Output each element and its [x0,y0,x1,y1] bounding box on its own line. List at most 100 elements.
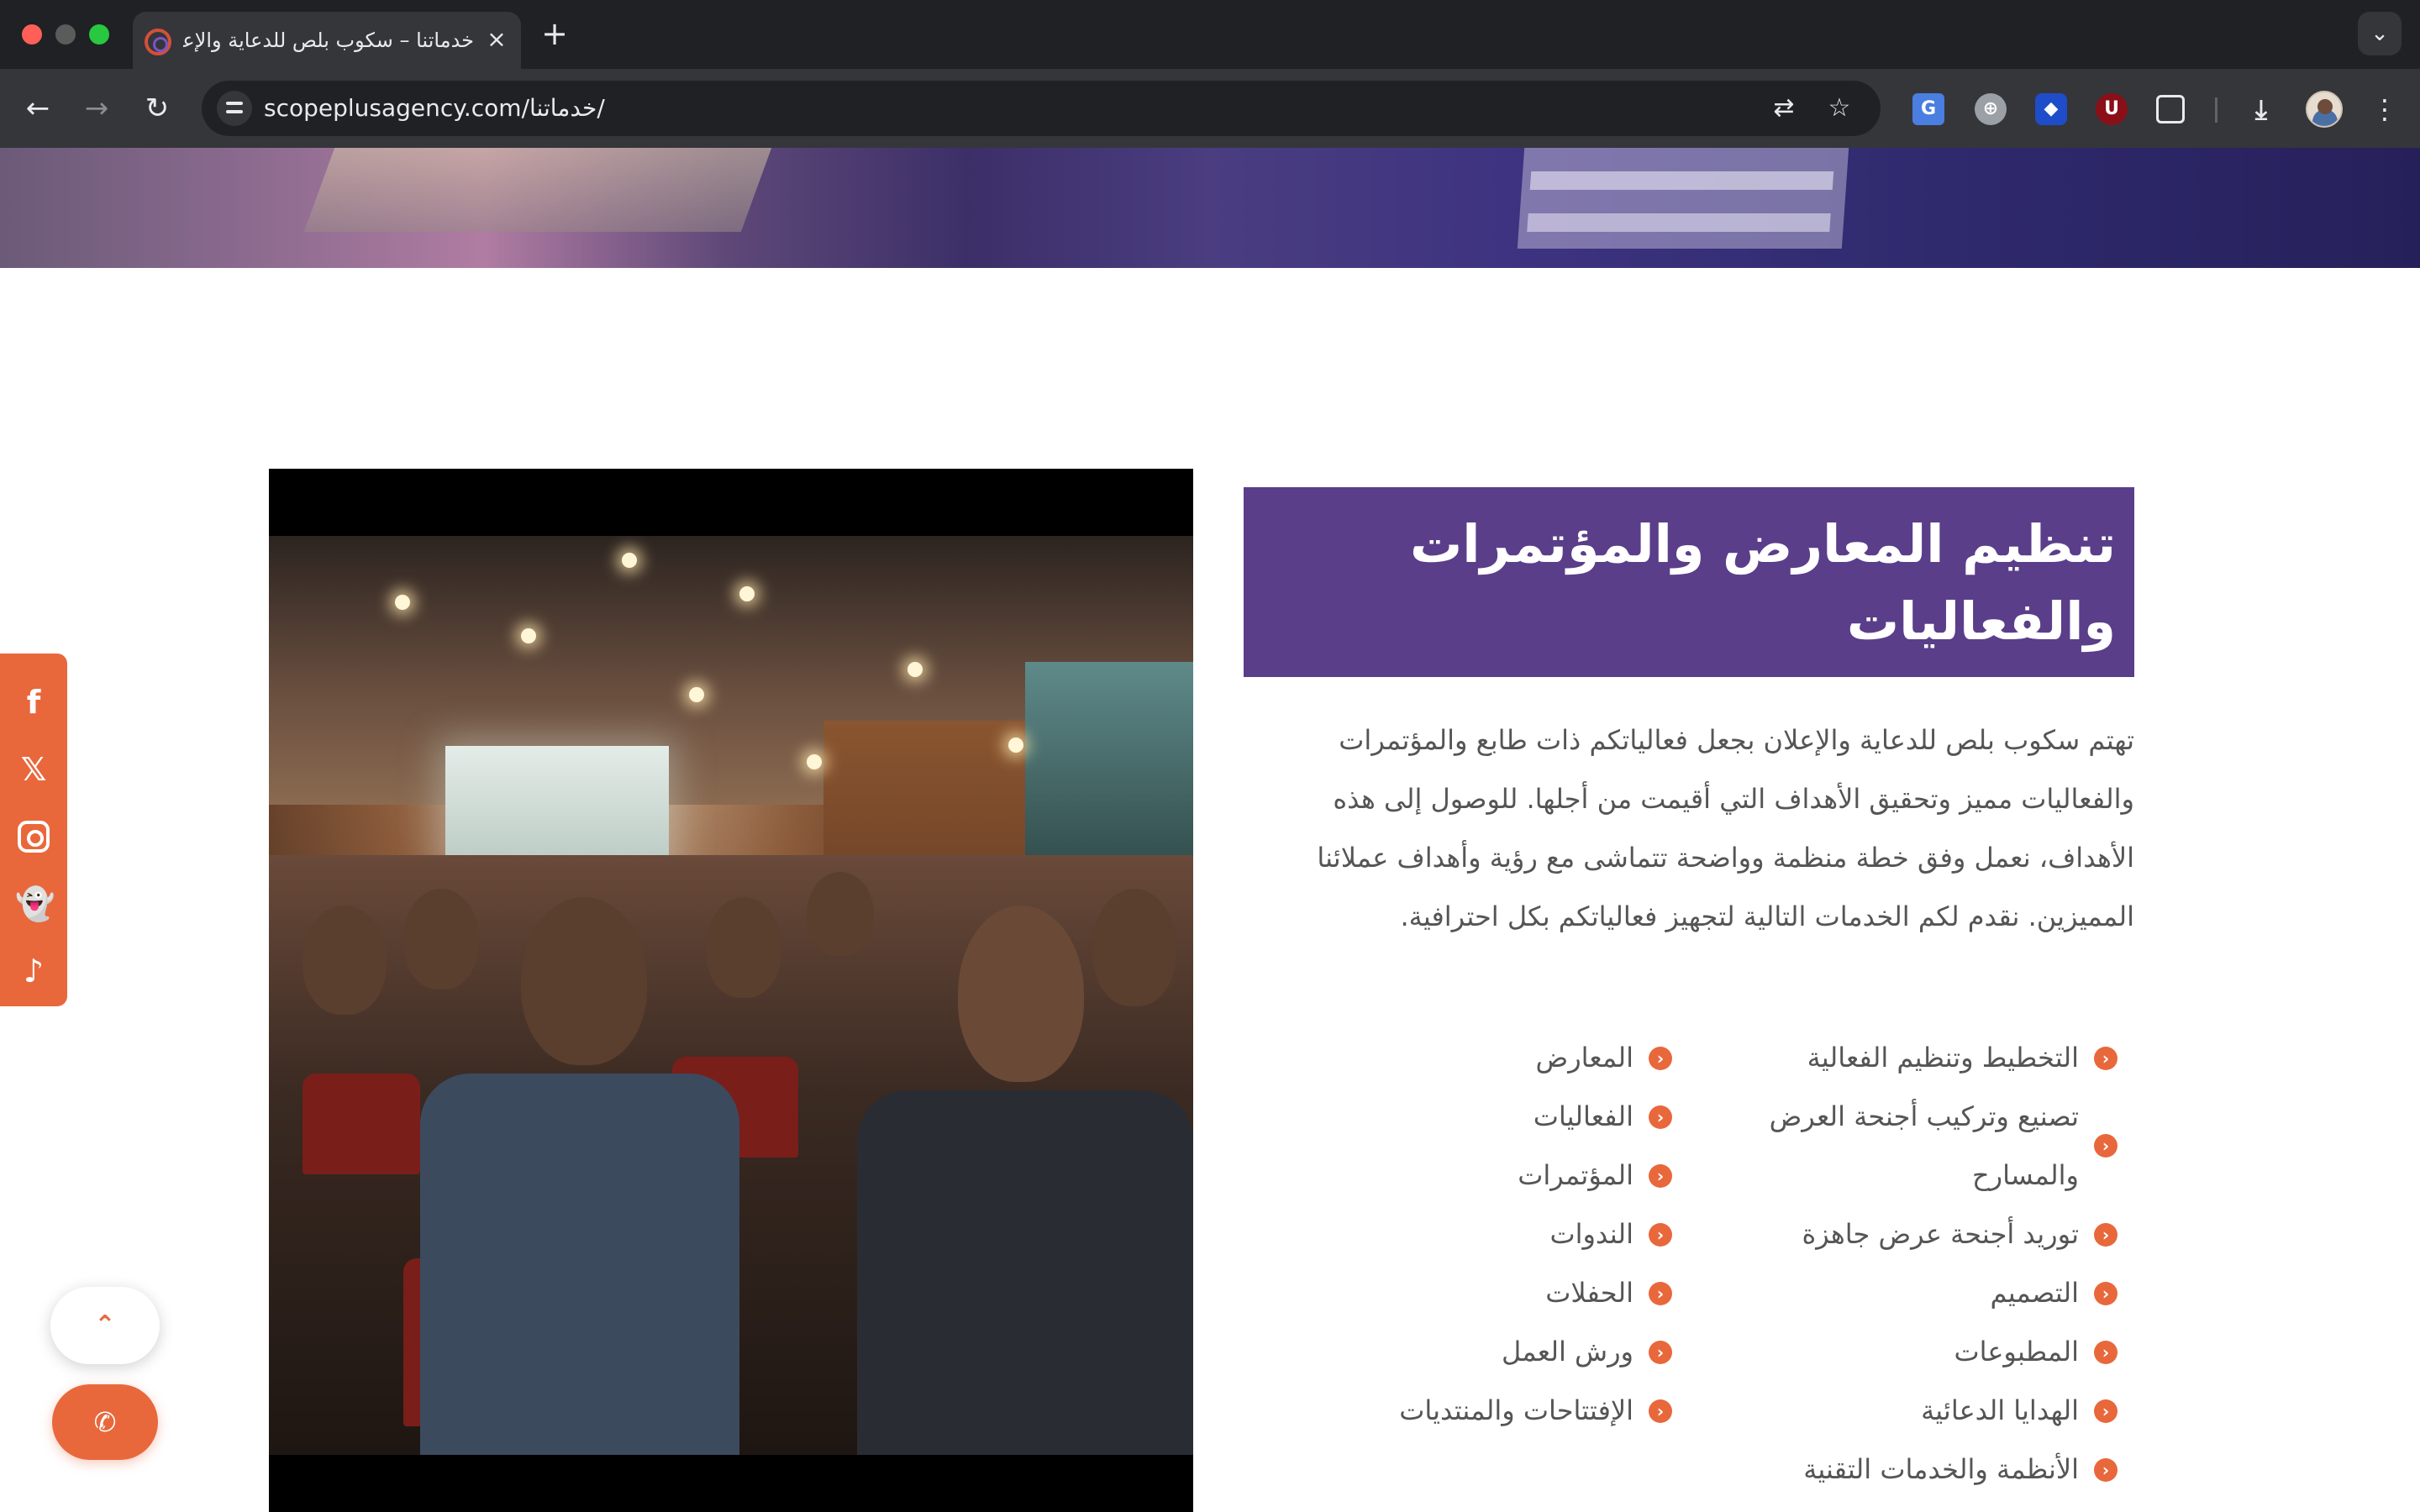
list-item: ‹ الندوات [1277,1205,1672,1263]
toolbar-divider [2215,97,2217,123]
bookmark-star-icon[interactable]: ☆ [1823,92,1855,124]
services-list-right: ‹ التخطيط وتنظيم الفعالية ‹ تصنيع وتركيب أ… [1714,1028,2118,1499]
conference-photo-scene [269,536,1193,1455]
chevron-left-icon: ‹ [1649,1341,1672,1364]
translate-icon[interactable]: ⇄ [1768,92,1800,124]
browser-tab[interactable]: خدماتنا – سكوب بلص للدعاية والإعلان × [133,12,521,69]
list-item: ‹ المطبوعات [1714,1322,2118,1381]
new-tab-button[interactable]: + [538,17,571,50]
address-bar[interactable]: scopeplusagency.com/خدماتنا/ ⇄ ☆ [202,81,1881,136]
audience-member [403,889,479,990]
services-list-left: ‹ المعارض ‹ الفعاليات ‹ المؤتمرات ‹ الندوات … [1277,1028,1672,1440]
social-sidebar: f 𝕏 👻 ♪ [0,654,67,1006]
list-item-label: ورش العمل [1502,1336,1634,1368]
ceiling-light [739,586,755,601]
audience-member [958,906,1084,1082]
section-title-box: تنظيم المعارض والمؤتمرات والفعاليات [1244,487,2134,677]
profile-avatar[interactable] [2306,91,2343,128]
chevron-left-icon: ‹ [2094,1047,2118,1070]
list-item-label: الإفتتاحات والمنتديات [1399,1394,1634,1426]
section-title: تنظيم المعارض والمؤتمرات والفعاليات [1409,513,2116,652]
conference-photo [269,469,1193,1512]
chevron-left-icon: ‹ [1649,1282,1672,1305]
list-item-label: المعارض [1535,1042,1634,1074]
list-item-label: تصنيع وتركيب أجنحة العرض والمسارح [1769,1100,2079,1191]
tab-title: خدماتنا – سكوب بلص للدعاية والإعلان [183,29,474,52]
tab-close-icon[interactable]: × [484,27,509,52]
chevron-left-icon: ‹ [1649,1105,1672,1129]
ceiling-light [521,628,536,643]
list-item: ‹ الإفتتاحات والمنتديات [1277,1381,1672,1440]
reload-button[interactable]: ↻ [136,87,178,129]
list-item: ‹ الأنظمة والخدمات التقنية [1714,1440,2118,1499]
download-icon[interactable]: ⤓ [2245,93,2277,125]
scroll-to-top-button[interactable]: ⌃ [50,1287,160,1364]
ublock-extension-icon[interactable]: U [2096,93,2128,125]
window-zoom-button[interactable] [89,24,109,45]
window-close-button[interactable] [22,24,42,45]
chevron-left-icon: ‹ [1649,1399,1672,1423]
chevron-left-icon: ‹ [1649,1223,1672,1247]
list-item: ‹ الفعاليات [1277,1087,1672,1146]
hero-decor [1517,148,1849,249]
bitwarden-extension-icon[interactable]: ◆ [2035,93,2067,125]
chevron-left-icon: ‹ [2094,1134,2118,1158]
list-item-label: الفعاليات [1533,1100,1634,1132]
window-minimize-button[interactable] [55,24,76,45]
instagram-icon[interactable] [15,818,52,855]
list-item-label: المطبوعات [1954,1336,2079,1368]
audience-member [521,897,647,1065]
hero-decor [303,148,772,232]
list-item-label: التصميم [1990,1277,2080,1309]
menu-kebab-icon[interactable]: ⋮ [2368,91,2402,128]
forward-button[interactable]: → [76,87,118,129]
audience-chair [302,1074,420,1174]
section-intro-paragraph: تهتم سكوب بلص للدعاية والإعلان بجعل فعال… [1317,724,2134,932]
photo-window [1025,662,1193,880]
list-item: ‹ التخطيط وتنظيم الفعالية [1714,1028,2118,1087]
ceiling-light [807,754,822,769]
site-info-icon[interactable] [217,91,252,126]
x-twitter-icon[interactable]: 𝕏 [15,751,52,788]
url-text[interactable]: scopeplusagency.com/خدماتنا/ [264,94,605,122]
audience-member [1092,889,1176,1006]
chevron-left-icon: ‹ [2094,1458,2118,1482]
globe-extension-icon[interactable]: ⊕ [1975,93,2007,125]
browser-tab-bar: خدماتنا – سكوب بلص للدعاية والإعلان × + … [0,0,2420,69]
list-item: ‹ توريد أجنحة عرض جاهزة [1714,1205,2118,1263]
list-item: ‹ الحفلات [1277,1263,1672,1322]
list-item: ‹ ورش العمل [1277,1322,1672,1381]
ceiling-light [395,595,410,610]
tiktok-icon[interactable]: ♪ [15,953,52,990]
audience-member [857,1090,1193,1455]
chevron-left-icon: ‹ [1649,1047,1672,1070]
ceiling-light [689,687,704,702]
chevron-left-icon: ‹ [2094,1282,2118,1305]
projector-screen [445,746,669,872]
list-item-label: الندوات [1549,1218,1634,1250]
chevron-left-icon: ‹ [1649,1164,1672,1188]
ceiling-light [622,553,637,568]
list-item-label: الهدايا الدعائية [1921,1394,2079,1426]
chevron-left-icon: ‹ [2094,1223,2118,1247]
list-item: ‹ تصنيع وتركيب أجنحة العرض والمسارح [1714,1087,2118,1205]
extensions-puzzle-icon[interactable] [2156,95,2185,123]
facebook-icon[interactable]: f [15,684,52,721]
audience-member [807,872,874,956]
chevron-left-icon: ‹ [2094,1399,2118,1423]
audience-member [420,1074,739,1455]
list-item: ‹ المؤتمرات [1277,1146,1672,1205]
hero-banner-image [0,148,2420,268]
tab-search-menu-button[interactable]: ⌄ [2358,12,2402,55]
google-translate-extension-icon[interactable]: G [1912,93,1944,125]
list-item: ‹ التصميم [1714,1263,2118,1322]
chevron-left-icon: ‹ [2094,1341,2118,1364]
ceiling-light [908,662,923,677]
call-button[interactable]: ✆ [52,1384,158,1460]
audience-member [706,897,781,998]
list-item: ‹ المعارض [1277,1028,1672,1087]
ceiling-light [1008,738,1023,753]
snapchat-icon[interactable]: 👻 [15,885,55,922]
back-button[interactable]: ← [17,87,59,129]
list-item-label: الأنظمة والخدمات التقنية [1803,1453,2079,1485]
